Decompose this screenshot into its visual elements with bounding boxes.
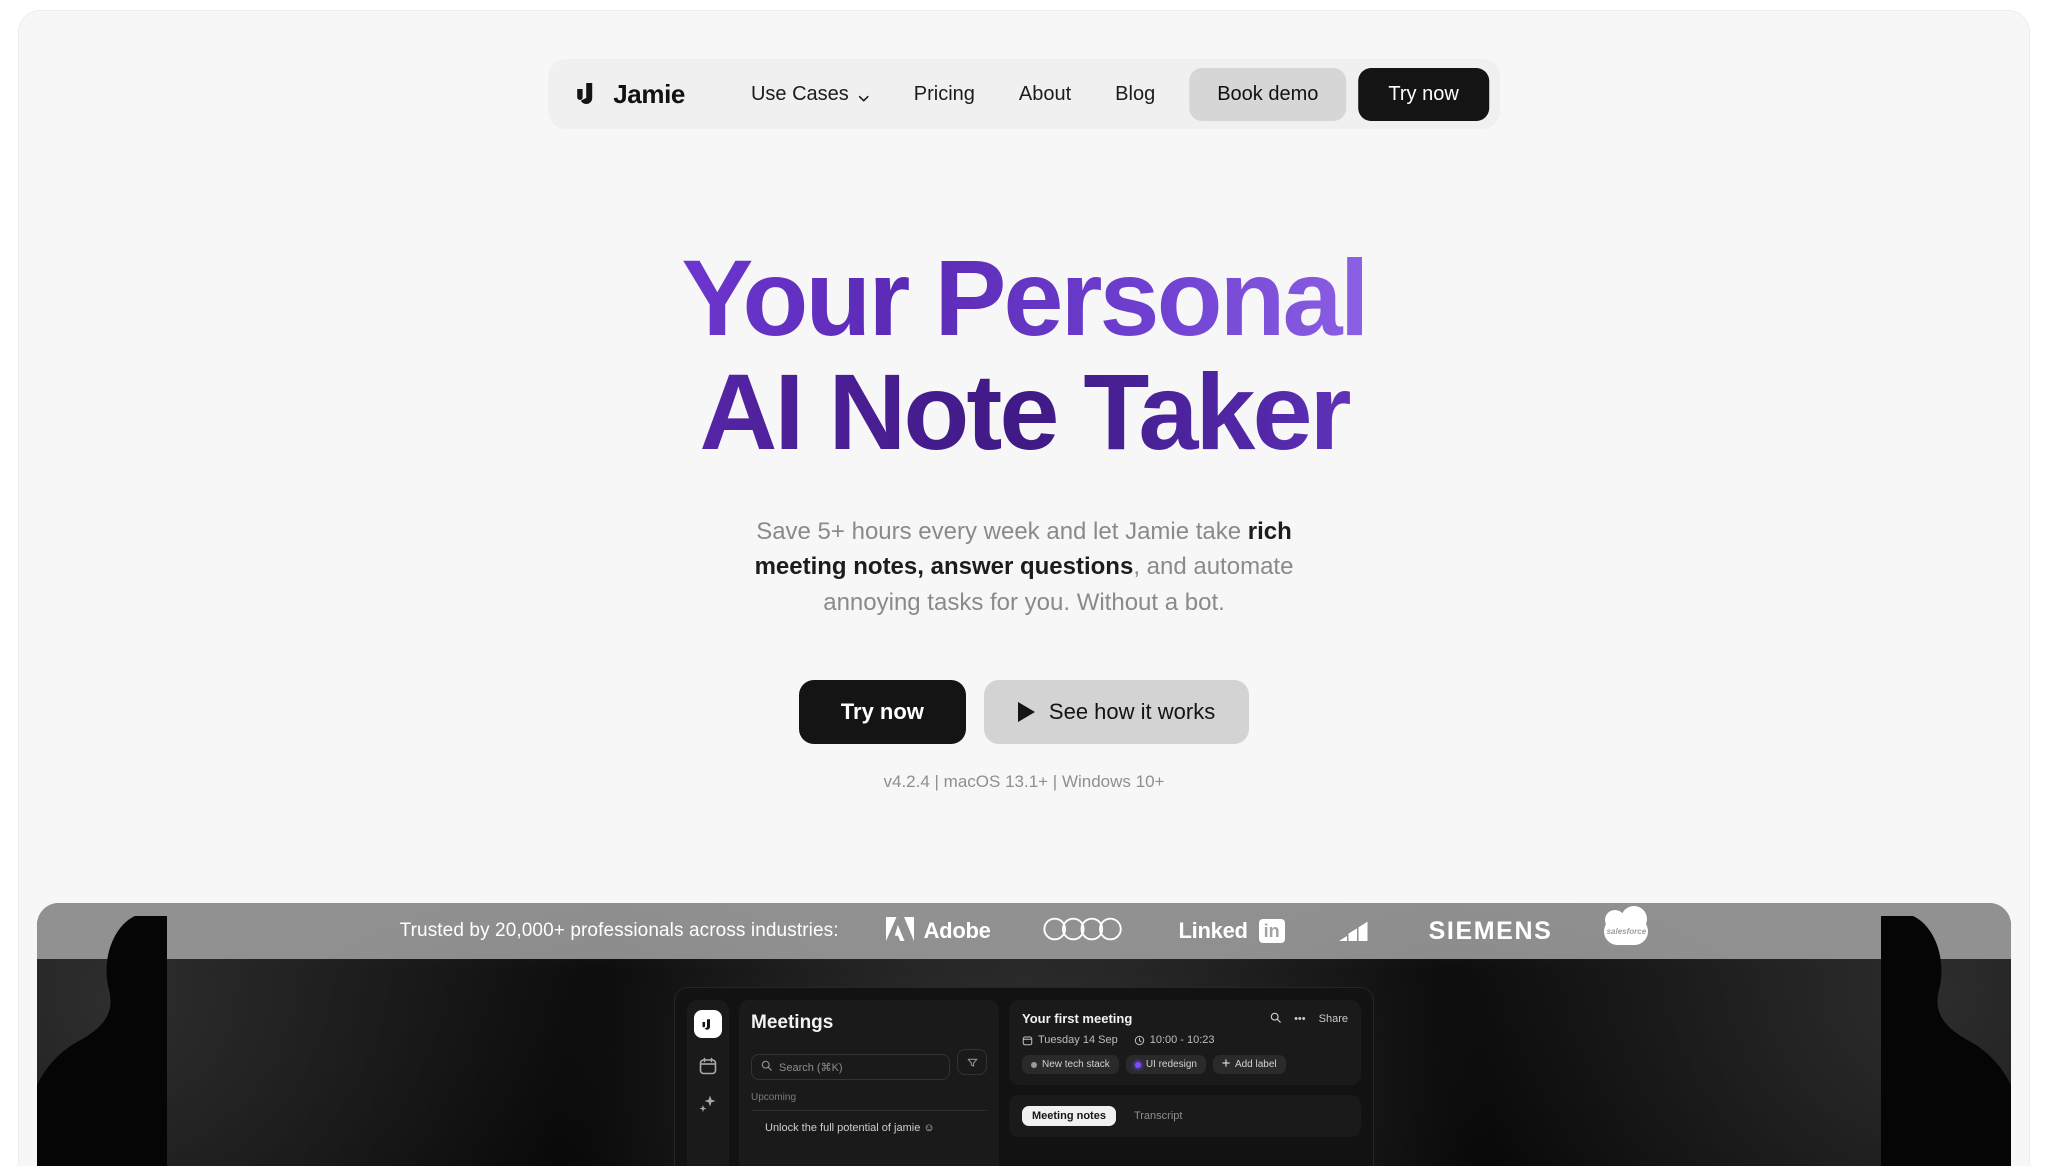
filter-icon[interactable] [957,1049,987,1075]
meeting-time-item: 10:00 - 10:23 [1134,1034,1215,1046]
partner-logos: Adobe Linked in SIEMENS salesforce [885,906,1649,947]
nav-link-use-cases-label: Use Cases [750,82,849,105]
app-sidebar [687,1000,729,1166]
nav-link-blog[interactable]: Blog [1093,73,1177,116]
headline-line-2: AI Note Taker [19,354,2029,469]
app-jamie-logo-icon[interactable] [694,1010,722,1038]
play-icon [1017,702,1035,723]
more-options-icon[interactable]: ••• [1294,1013,1306,1025]
subtitle-part-1: Save 5+ hours every week and let Jamie t… [756,517,1248,545]
nav-link-pricing[interactable]: Pricing [892,73,997,116]
logo-adobe: Adobe [885,916,991,947]
book-demo-button[interactable]: Book demo [1189,67,1347,121]
tab-meeting-notes[interactable]: Meeting notes [1022,1106,1116,1126]
headline-line-1: Your Personal [19,240,2029,355]
brand-logo[interactable]: Jamie [574,79,685,110]
screenshot-root: Jamie Use Cases Pricing About Blog Book … [0,0,2048,1166]
person-silhouette-right [1801,916,2011,1166]
app-search-input[interactable]: Search (⌘K) [751,1054,950,1080]
nav-link-use-cases[interactable]: Use Cases [729,73,892,116]
salesforce-cloud-logo-icon: salesforce [1604,906,1649,945]
meeting-title: Your first meeting [1022,1011,1133,1026]
calendar-icon[interactable] [698,1056,718,1076]
nav-link-blog-label: Blog [1115,82,1156,105]
sparkle-icon[interactable] [698,1094,718,1114]
list-item[interactable]: Unlock the full potential of jamie ☺ [751,1118,987,1138]
version-info: v4.2.4 | macOS 13.1+ | Windows 10+ [883,772,1165,792]
meeting-tags: New tech stack UI redesign Add label [1022,1055,1348,1074]
app-meetings-title: Meetings [751,1012,834,1033]
trusted-by-label: Trusted by 20,000+ professionals across … [399,920,839,941]
nav-link-about-label: About [1018,82,1072,105]
adobe-logo-text: Adobe [923,918,991,943]
app-section-label: Upcoming [751,1092,797,1103]
hero-section: Your Personal AI Note Taker Save 5+ hour… [19,240,2029,792]
search-icon[interactable] [1270,1012,1281,1026]
logo-audi [1042,916,1127,947]
hero-cta-row: Try now See how it works [19,680,2029,745]
linkedin-logo-icon: in [1258,918,1285,944]
adidas-logo-icon [1337,916,1377,947]
plus-icon [1222,1059,1230,1070]
app-meetings-list: Meetings Search (⌘K) Upcoming Unlock the… [739,1000,999,1166]
jamie-j-logo-icon [574,79,604,109]
tag-label: UI redesign [1145,1059,1197,1070]
meeting-actions: ••• Share [1270,1012,1348,1026]
adobe-logo-icon [885,916,915,947]
tab-transcript[interactable]: Transcript [1124,1106,1193,1126]
salesforce-logo-text: salesforce [1606,926,1647,936]
app-search-placeholder: Search (⌘K) [779,1061,843,1074]
logo-siemens: SIEMENS [1429,917,1553,946]
audi-rings-logo-icon [1042,916,1127,947]
add-label-button[interactable]: Add label [1212,1055,1286,1074]
search-icon [761,1060,772,1074]
logo-linkedin: Linked in [1179,918,1285,944]
main-navbar: Jamie Use Cases Pricing About Blog Book … [548,59,1500,129]
divider [751,1110,987,1111]
nav-link-about[interactable]: About [997,73,1093,116]
meeting-time: 10:00 - 10:23 [1149,1034,1215,1046]
see-how-it-works-button[interactable]: See how it works [983,680,1250,745]
brand-name: Jamie [613,78,685,109]
share-button[interactable]: Share [1319,1013,1348,1025]
meeting-notes-card: Meeting notes Transcript [1009,1095,1361,1137]
meeting-header-row: Your first meeting ••• Share [1022,1011,1348,1026]
chevron-down-icon [857,88,870,102]
app-search-row: Search (⌘K) [751,1044,987,1080]
notes-tab-row: Meeting notes Transcript [1022,1106,1348,1126]
meeting-meta: Tuesday 14 Sep 10:00 - 10:23 [1022,1034,1348,1046]
tag-dot-icon [1031,1061,1037,1068]
siemens-logo-text: SIEMENS [1428,916,1553,945]
see-how-it-works-label: See how it works [1048,699,1216,725]
tag-new-tech-stack[interactable]: New tech stack [1022,1055,1119,1074]
calendar-icon [1022,1035,1033,1046]
tag-label: New tech stack [1042,1059,1110,1070]
hero-subtitle: Save 5+ hours every week and let Jamie t… [744,514,1304,621]
meeting-header-card: Your first meeting ••• Share Tuesday 14 … [1009,1000,1361,1085]
linkedin-logo-text: Linked [1178,918,1248,943]
product-showcase: Trusted by 20,000+ professionals across … [37,903,2011,1166]
nav-link-pricing-label: Pricing [913,82,975,105]
app-detail-panel: Your first meeting ••• Share Tuesday 14 … [1009,1000,1361,1166]
page-title: Your Personal AI Note Taker [19,240,2029,470]
nav-links: Use Cases Pricing About Blog [729,73,1177,116]
tag-dot-icon [1134,1061,1141,1068]
meeting-date-item: Tuesday 14 Sep [1022,1034,1118,1046]
tag-label: Add label [1234,1059,1277,1070]
trusted-by-bar: Trusted by 20,000+ professionals across … [37,903,2011,959]
logo-adidas [1337,916,1377,947]
tag-ui-redesign[interactable]: UI redesign [1125,1055,1206,1074]
meeting-date: Tuesday 14 Sep [1038,1034,1118,1046]
person-silhouette-left [37,916,247,1166]
app-window-preview: Meetings Search (⌘K) Upcoming Unlock the… [674,987,1374,1166]
logo-salesforce: salesforce [1604,906,1649,945]
page-surface: Jamie Use Cases Pricing About Blog Book … [18,10,2030,1166]
nav-try-now-button[interactable]: Try now [1358,67,1489,121]
clock-icon [1134,1035,1145,1046]
hero-try-now-button[interactable]: Try now [798,680,966,745]
